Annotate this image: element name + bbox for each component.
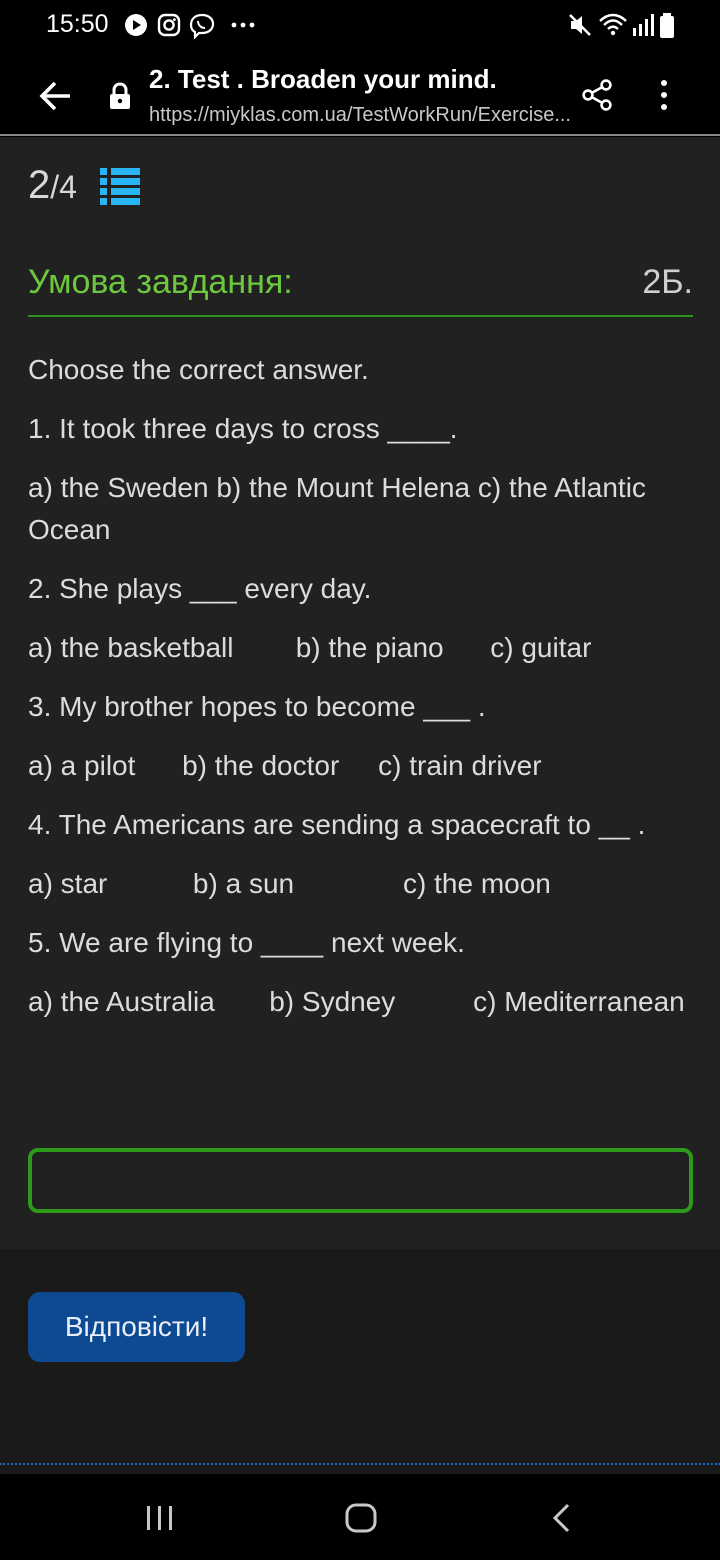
lock-icon[interactable] [108, 82, 132, 110]
recent-apps-icon[interactable] [145, 1504, 175, 1532]
condition-header: Умова завдання: 2Б. [28, 259, 693, 317]
instagram-icon [157, 13, 181, 37]
share-icon[interactable] [580, 78, 614, 112]
question-text: 3. My brother hopes to become ___ . [28, 691, 486, 722]
more-notifications-icon [231, 22, 255, 28]
browser-toolbar: 2. Test . Broaden your mind. https://miy… [0, 52, 720, 136]
battery-icon [660, 13, 674, 38]
play-icon [125, 14, 147, 36]
question-list-icon[interactable] [100, 167, 140, 205]
home-icon[interactable] [344, 1502, 378, 1534]
question-options: a) star b) a sun c) the moon [28, 868, 551, 899]
status-time: 15:50 [46, 10, 109, 38]
condition-points: 2Б. [642, 263, 693, 301]
wifi-icon [599, 13, 627, 36]
question-options: a) the Sweden b) the Mount Helena c) the… [28, 472, 646, 545]
progress-current: 2 [28, 163, 51, 207]
mute-icon [569, 14, 591, 36]
question-progress: 2/4 [28, 163, 77, 208]
divider [0, 1463, 720, 1465]
condition-title: Умова завдання: [28, 263, 293, 301]
question-options: a) a pilot b) the doctor c) train driver [28, 750, 542, 781]
question-text: 2. She plays ___ every day. [28, 573, 372, 604]
more-menu-icon[interactable] [650, 78, 678, 112]
test-content: 2/4 Умова завдання: 2Б. Choose the corre… [0, 137, 720, 1249]
status-bar: 15:50 [0, 0, 720, 52]
question-options: a) the Australia b) Sydney c) Mediterran… [28, 986, 685, 1017]
viber-icon [189, 13, 215, 39]
back-arrow-icon[interactable] [36, 76, 76, 116]
submit-answer-button[interactable]: Відповісти! [28, 1292, 245, 1362]
nav-back-icon[interactable] [550, 1502, 574, 1534]
question-options: a) the basketball b) the piano c) guitar [28, 632, 592, 663]
question-text: 4. The Americans are sending a spacecraf… [28, 809, 646, 840]
answer-input[interactable] [28, 1148, 693, 1213]
progress-total: /4 [50, 169, 77, 205]
question-text: 5. We are flying to ____ next week. [28, 927, 465, 958]
page-title[interactable]: 2. Test . Broaden your mind. [149, 64, 497, 95]
page-url[interactable]: https://miyklas.com.ua/TestWorkRun/Exerc… [149, 104, 577, 127]
system-nav-bar [0, 1474, 720, 1560]
question-text: 1. It took three days to cross ____. [28, 413, 458, 444]
signal-icon [633, 14, 654, 36]
task-body: Choose the correct answer. 1. It took th… [28, 349, 693, 1040]
submit-area: Відповісти! [0, 1249, 720, 1474]
task-instruction: Choose the correct answer. [28, 354, 369, 385]
